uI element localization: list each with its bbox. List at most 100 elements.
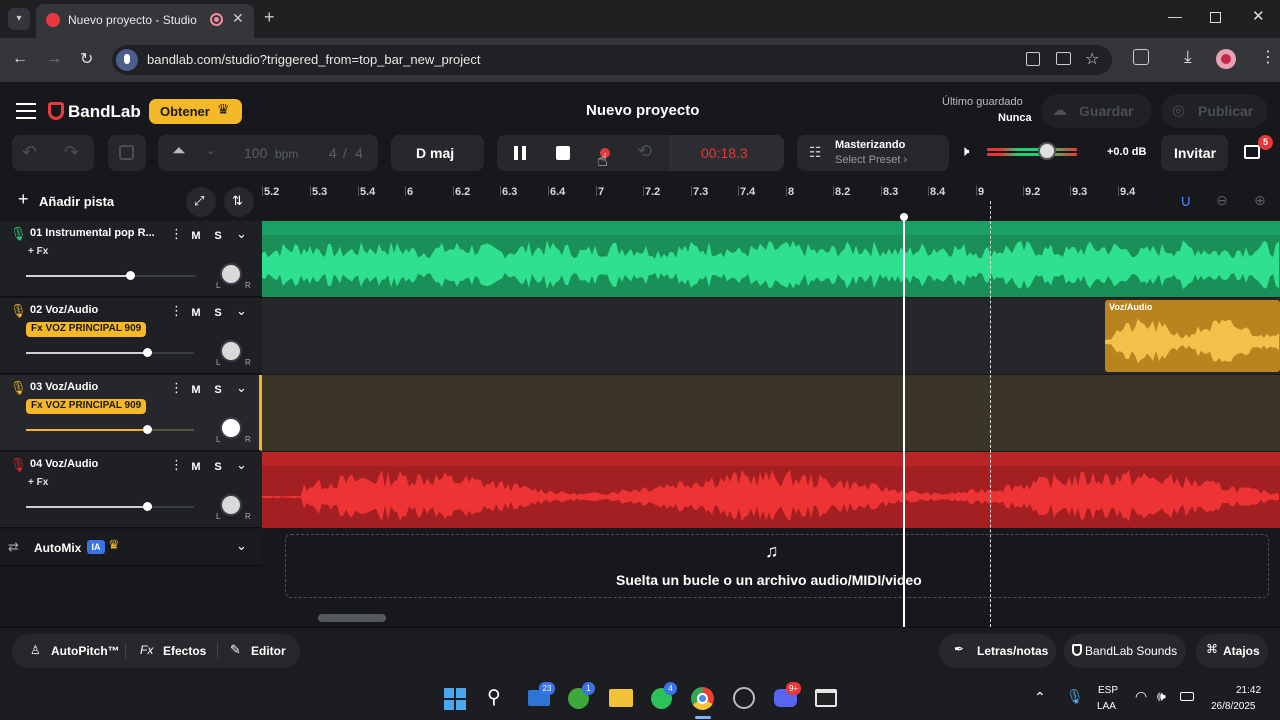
publish-button[interactable]: ◎ Publicar xyxy=(1161,94,1268,128)
playhead[interactable] xyxy=(903,217,905,627)
snap-magnet-icon[interactable]: ∪ xyxy=(1180,191,1192,211)
track-header-01[interactable]: 🎙 01 Instrumental pop R... ⋮ M S ⌄ + Fx … xyxy=(0,221,262,297)
zoom-out-icon[interactable]: ⊖ xyxy=(1216,192,1228,209)
mixer-button[interactable]: ⇅ xyxy=(224,187,254,217)
pan-knob[interactable] xyxy=(220,417,242,439)
bpm-value[interactable]: 100 xyxy=(244,145,267,161)
track-lane-01[interactable] xyxy=(262,221,1280,297)
drop-zone[interactable]: ♫ Suelta un bucle o un archivo audio/MID… xyxy=(285,534,1269,598)
reload-icon[interactable]: ↻ xyxy=(80,49,93,69)
terminal-icon[interactable] xyxy=(815,689,837,707)
new-tab-button[interactable]: + xyxy=(264,7,275,28)
expand-chevron-icon[interactable]: ⌄ xyxy=(236,380,247,396)
volume-slider[interactable] xyxy=(26,348,194,357)
project-title[interactable]: Nuevo proyecto xyxy=(586,102,699,119)
metronome-dropdown-icon[interactable]: ⌄ xyxy=(206,144,215,157)
wifi-icon[interactable]: ◠ xyxy=(1135,688,1147,705)
get-premium-button[interactable]: Obtener ♛ xyxy=(149,99,242,124)
maximize-button[interactable] xyxy=(1210,12,1221,23)
mastering-button[interactable]: ☷ Masterizando Select Preset › xyxy=(797,135,949,171)
mute-button[interactable]: M xyxy=(186,458,206,476)
cast-icon[interactable] xyxy=(1056,52,1071,65)
automix-row[interactable]: ⇄ AutoMix IA ♛ ⌄ xyxy=(0,530,262,566)
bookmark-star-icon[interactable]: ☆ xyxy=(1085,49,1099,69)
windows-start-icon[interactable] xyxy=(444,688,466,710)
autopitch-button[interactable]: AutoPitch™ xyxy=(51,644,120,658)
track-menu-icon[interactable]: ⋮ xyxy=(170,380,183,396)
solo-button[interactable]: S xyxy=(208,381,228,399)
loop-icon[interactable]: ⟲ xyxy=(637,141,652,162)
track-name[interactable]: 04 Voz/Audio xyxy=(30,458,98,470)
volume-tray-icon[interactable]: 🕪 xyxy=(1157,688,1166,705)
horizontal-scrollbar[interactable] xyxy=(318,614,386,622)
file-explorer-icon[interactable] xyxy=(609,689,633,707)
tray-chevron-icon[interactable]: ⌃ xyxy=(1034,689,1046,706)
minimize-button[interactable]: — xyxy=(1168,8,1182,24)
master-volume-slider[interactable] xyxy=(987,142,1077,160)
chrome-icon[interactable] xyxy=(691,687,714,710)
track-header-03[interactable]: 🎙 03 Voz/Audio ⋮ M S ⌄ Fx VOZ PRINCIPAL … xyxy=(0,375,262,451)
fx-preset-tag[interactable]: Fx VOZ PRINCIPAL 909 xyxy=(26,322,147,337)
mute-button[interactable]: M xyxy=(186,227,206,245)
add-fx-button[interactable]: + Fx xyxy=(28,246,48,257)
redo-icon[interactable]: ↷ xyxy=(64,142,79,163)
track-lane-03[interactable] xyxy=(262,375,1280,451)
pan-knob[interactable] xyxy=(220,494,242,516)
metronome-icon[interactable]: ⏶ xyxy=(172,141,186,161)
automation-button[interactable]: ⤢ xyxy=(186,187,216,217)
track-menu-icon[interactable]: ⋮ xyxy=(170,303,183,319)
browser-tab[interactable]: Nuevo proyecto - Studio ✕ xyxy=(36,4,254,38)
mute-button[interactable]: M xyxy=(186,381,206,399)
add-fx-button[interactable]: + Fx xyxy=(28,477,48,488)
loop-end-marker[interactable] xyxy=(990,201,991,627)
mute-button[interactable]: M xyxy=(186,304,206,322)
expand-chevron-icon[interactable]: ⌄ xyxy=(236,303,247,319)
bandlab-app-icon[interactable] xyxy=(733,687,755,709)
search-icon[interactable]: ⚲ xyxy=(487,686,501,709)
site-info-icon[interactable] xyxy=(116,49,138,71)
editor-button[interactable]: Editor xyxy=(251,644,286,658)
key-button[interactable]: D maj xyxy=(391,135,484,171)
chrome-menu-icon[interactable]: ⋮ xyxy=(1260,47,1276,67)
playhead-handle[interactable] xyxy=(900,213,908,221)
save-button[interactable]: ☁ Guardar xyxy=(1041,94,1152,128)
expand-chevron-icon[interactable]: ⌄ xyxy=(236,457,247,473)
pan-knob[interactable] xyxy=(220,340,242,362)
battery-icon[interactable] xyxy=(1180,692,1194,701)
automix-chevron-icon[interactable]: ⌄ xyxy=(236,538,247,554)
audio-clip[interactable]: Voz/Audio xyxy=(1105,300,1280,372)
translate-icon[interactable] xyxy=(1026,52,1040,66)
extensions-icon[interactable] xyxy=(1133,49,1149,65)
track-name[interactable]: 01 Instrumental pop R... xyxy=(30,227,155,239)
track-name[interactable]: 03 Voz/Audio xyxy=(30,381,98,393)
volume-slider[interactable] xyxy=(26,502,194,511)
pause-button[interactable] xyxy=(514,146,518,160)
gift-icon[interactable] xyxy=(1244,145,1260,159)
tab-list-button[interactable]: ▾ xyxy=(8,8,30,30)
clock-time[interactable]: 21:42 xyxy=(1236,685,1261,696)
undo-icon[interactable]: ↶ xyxy=(22,142,37,163)
track-lane-02[interactable]: Voz/Audio xyxy=(262,298,1280,374)
time-sig-numerator[interactable]: 4 xyxy=(329,145,337,161)
volume-slider[interactable] xyxy=(26,271,196,280)
solo-button[interactable]: S xyxy=(208,227,228,245)
close-window-button[interactable]: ✕ xyxy=(1252,7,1265,25)
volume-slider[interactable] xyxy=(26,425,194,434)
track-header-02[interactable]: 🎙 02 Voz/Audio ⋮ M S ⌄ Fx VOZ PRINCIPAL … xyxy=(0,298,262,374)
pan-knob[interactable] xyxy=(220,263,242,285)
expand-chevron-icon[interactable]: ⌄ xyxy=(236,226,247,242)
track-name[interactable]: 02 Voz/Audio xyxy=(30,304,98,316)
track-header-04[interactable]: 🎙 04 Voz/Audio ⋮ M S ⌄ + Fx L R xyxy=(0,452,262,528)
url-field[interactable]: bandlab.com/studio?triggered_from=top_ba… xyxy=(112,45,1112,75)
time-sig-denominator[interactable]: 4 xyxy=(355,145,363,161)
invite-button[interactable]: Invitar xyxy=(1161,135,1228,171)
forward-icon[interactable]: → xyxy=(46,50,62,68)
stop-button[interactable] xyxy=(556,146,570,160)
track-lane-04[interactable] xyxy=(262,452,1280,528)
solo-button[interactable]: S xyxy=(208,304,228,322)
track-menu-icon[interactable]: ⋮ xyxy=(170,226,183,242)
tab-close-icon[interactable]: ✕ xyxy=(232,10,244,27)
hamburger-menu-icon[interactable] xyxy=(16,103,36,119)
profile-avatar[interactable] xyxy=(1216,49,1236,69)
microphone-tray-icon[interactable]: 🎙 xyxy=(1066,688,1084,705)
